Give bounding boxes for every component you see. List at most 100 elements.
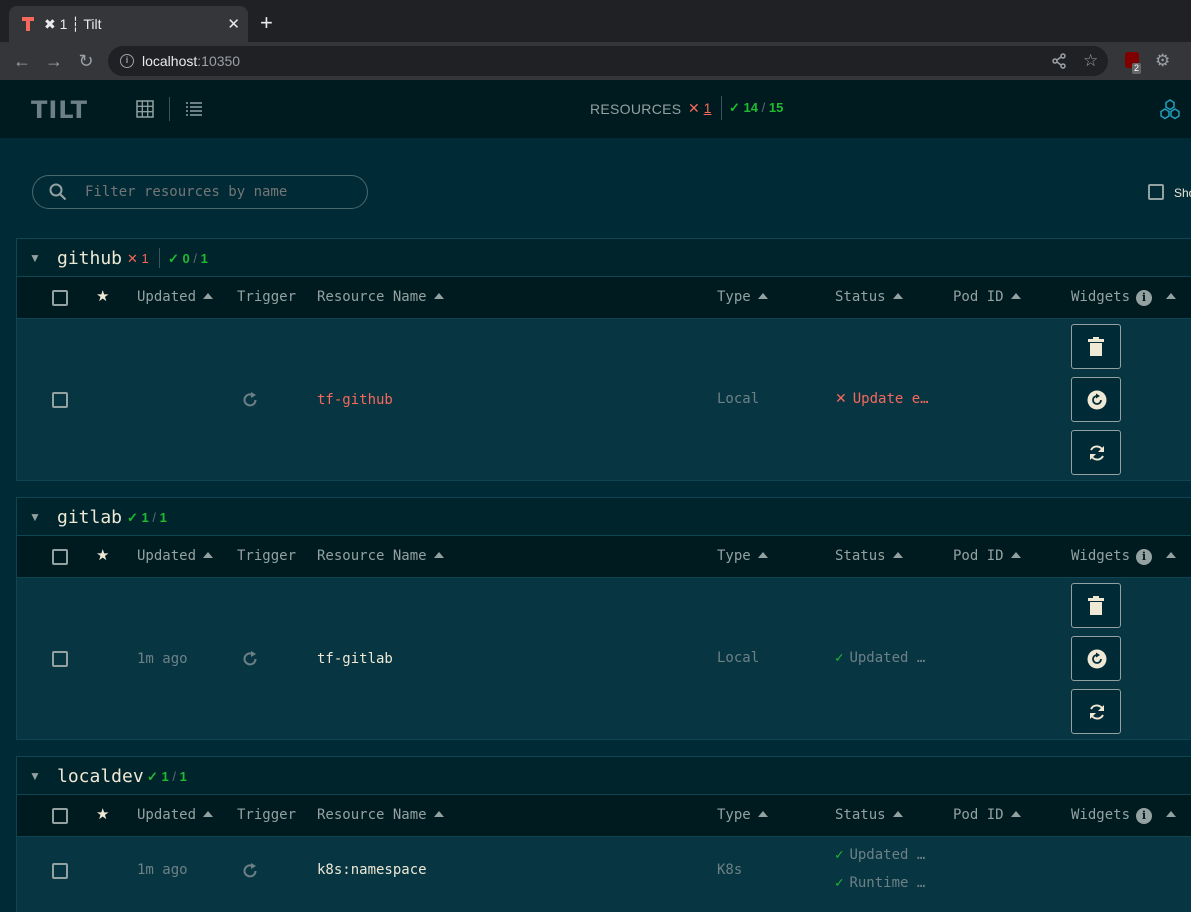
- table-header: ★ Updated Trigger Resource Name Type Sta…: [17, 795, 1191, 837]
- group-name: gitlab: [57, 507, 123, 528]
- col-updated[interactable]: Updated: [137, 548, 214, 564]
- star-column-icon[interactable]: ★: [96, 287, 109, 305]
- header-error-count[interactable]: ✕ 1: [688, 100, 711, 117]
- extension-gear-icon[interactable]: ⚙: [1155, 51, 1170, 71]
- col-widgets[interactable]: Widgets i: [1071, 807, 1177, 824]
- filter-input[interactable]: [85, 184, 355, 200]
- col-pod-id[interactable]: Pod ID: [953, 289, 1021, 305]
- row-build-status[interactable]: ✓ Updated …: [835, 847, 925, 863]
- star-column-icon[interactable]: ★: [96, 805, 109, 823]
- group-ok-count: ✓ 1 / 1: [127, 510, 167, 525]
- row-resource-name[interactable]: tf-gitlab: [317, 651, 393, 667]
- col-widgets[interactable]: Widgets i: [1071, 548, 1177, 565]
- group-ok-count: ✓ 0 / 1: [168, 251, 208, 266]
- col-resource-name[interactable]: Resource Name: [317, 289, 444, 305]
- delete-widget-button[interactable]: [1071, 583, 1121, 628]
- tilt-logo[interactable]: TILT: [31, 98, 88, 122]
- extension-badge: 2: [1132, 63, 1142, 74]
- sync-circle-icon: [1087, 649, 1107, 669]
- ok-check-icon: ✓: [835, 875, 844, 891]
- col-type[interactable]: Type: [717, 807, 768, 823]
- group-header[interactable]: ▼ gitlab ✓ 1 / 1: [17, 498, 1191, 536]
- ok-check-icon: ✓: [835, 650, 844, 666]
- collapse-caret-icon[interactable]: ▼: [29, 510, 41, 524]
- url-text: localhost:10350: [142, 53, 241, 69]
- col-updated[interactable]: Updated: [137, 289, 214, 305]
- group-gitlab: ▼ gitlab ✓ 1 / 1 ★ Updated Trigger Resou…: [16, 497, 1191, 740]
- col-pod-id[interactable]: Pod ID: [953, 807, 1021, 823]
- error-x-icon: ✕: [835, 391, 847, 407]
- table-header: ★ Updated Trigger Resource Name Type Sta…: [17, 536, 1191, 578]
- show-disabled-checkbox[interactable]: [1148, 184, 1164, 200]
- update-widget-button[interactable]: [1071, 377, 1121, 422]
- table-row: 1m ago k8s:namespace K8s ✓ Updated … ✓ Run…: [17, 837, 1191, 912]
- select-all-checkbox[interactable]: [52, 290, 68, 306]
- star-column-icon[interactable]: ★: [96, 546, 109, 564]
- trigger-update-icon[interactable]: [241, 650, 259, 668]
- new-tab-icon[interactable]: +: [260, 12, 273, 34]
- group-error-count: ✕ 1: [127, 251, 149, 266]
- show-label: Show: [1174, 186, 1191, 200]
- group-header[interactable]: ▼ github ✕ 1 ✓ 0 / 1: [17, 239, 1191, 277]
- col-widgets[interactable]: Widgets i: [1071, 289, 1177, 306]
- col-trigger: Trigger: [237, 807, 297, 823]
- row-checkbox[interactable]: [52, 863, 68, 879]
- forward-icon[interactable]: →: [44, 51, 64, 71]
- browser-tab[interactable]: ✖ 1 ┆ Tilt ✕: [9, 6, 248, 42]
- reload-icon[interactable]: ↻: [76, 51, 96, 71]
- select-all-checkbox[interactable]: [52, 549, 68, 565]
- site-info-icon[interactable]: i: [120, 54, 134, 68]
- col-status[interactable]: Status: [835, 548, 903, 564]
- resources-label: RESOURCES: [590, 101, 682, 117]
- select-all-checkbox[interactable]: [52, 808, 68, 824]
- group-localdev: ▼ localdev ✓ 1 / 1 ★ Updated Trigger Res…: [16, 756, 1191, 912]
- update-widget-button[interactable]: [1071, 636, 1121, 681]
- col-resource-name[interactable]: Resource Name: [317, 548, 444, 564]
- collapse-caret-icon[interactable]: ▼: [29, 251, 41, 265]
- widgets-info-icon: i: [1136, 290, 1153, 306]
- group-header[interactable]: ▼ localdev ✓ 1 / 1: [17, 757, 1191, 795]
- col-type[interactable]: Type: [717, 548, 768, 564]
- tab-close-icon[interactable]: ✕: [227, 15, 240, 33]
- col-resource-name[interactable]: Resource Name: [317, 807, 444, 823]
- group-name: github: [57, 248, 123, 269]
- sync-circle-icon: [1087, 390, 1107, 410]
- widgets-info-icon: i: [1136, 549, 1153, 565]
- group-separator: [159, 248, 160, 268]
- list-view-icon[interactable]: [185, 100, 203, 118]
- help-hexagons-icon[interactable]: [1159, 99, 1181, 121]
- grid-view-icon[interactable]: [136, 100, 154, 118]
- col-pod-id[interactable]: Pod ID: [953, 548, 1021, 564]
- summary-separator: [721, 96, 722, 120]
- share-icon[interactable]: [1051, 53, 1067, 69]
- bookmark-star-icon[interactable]: ☆: [1083, 51, 1098, 71]
- col-type[interactable]: Type: [717, 289, 768, 305]
- row-status[interactable]: ✓ Updated …: [835, 650, 925, 666]
- refresh-icon: [1090, 704, 1104, 720]
- row-status[interactable]: ✕ Update e…: [835, 391, 929, 407]
- filter-resources[interactable]: [32, 175, 368, 209]
- row-checkbox[interactable]: [52, 651, 68, 667]
- refresh-widget-button[interactable]: [1071, 430, 1121, 475]
- row-checkbox[interactable]: [52, 392, 68, 408]
- trash-icon: [1088, 337, 1104, 356]
- row-updated: 1m ago: [137, 651, 188, 667]
- address-bar[interactable]: i localhost:10350: [108, 46, 1108, 76]
- row-resource-name[interactable]: tf-github: [317, 392, 393, 408]
- col-status[interactable]: Status: [835, 807, 903, 823]
- row-resource-name[interactable]: k8s:namespace: [317, 862, 427, 878]
- trigger-update-icon[interactable]: [241, 862, 259, 880]
- back-icon[interactable]: ←: [12, 51, 32, 71]
- col-updated[interactable]: Updated: [137, 807, 214, 823]
- row-type: K8s: [717, 862, 743, 878]
- col-status[interactable]: Status: [835, 289, 903, 305]
- row-runtime-status[interactable]: ✓ Runtime …: [835, 875, 925, 891]
- table-header: ★ Updated Trigger Resource Name Type Sta…: [17, 277, 1191, 319]
- delete-widget-button[interactable]: [1071, 324, 1121, 369]
- collapse-caret-icon[interactable]: ▼: [29, 769, 41, 783]
- col-trigger: Trigger: [237, 289, 297, 305]
- refresh-widget-button[interactable]: [1071, 689, 1121, 734]
- col-trigger: Trigger: [237, 548, 297, 564]
- refresh-icon: [1090, 445, 1104, 461]
- trigger-update-icon[interactable]: [241, 391, 259, 409]
